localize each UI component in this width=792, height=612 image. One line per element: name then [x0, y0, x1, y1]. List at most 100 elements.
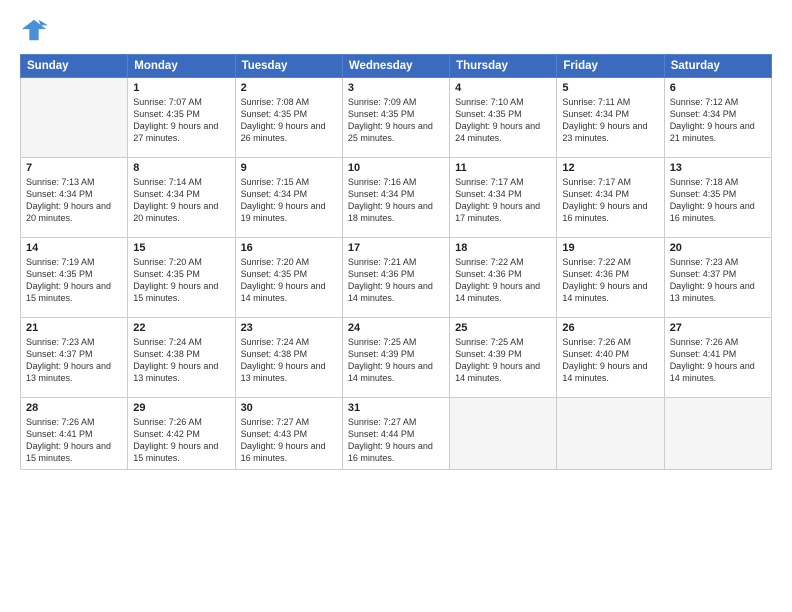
calendar-cell: 22 Sunrise: 7:24 AMSunset: 4:38 PMDayligh…: [128, 318, 235, 398]
calendar-cell: 24Sunrise: 7:25 AMSunset: 4:39 PMDayligh…: [342, 318, 449, 398]
day-header-thursday: Thursday: [450, 55, 557, 78]
day-number: 18: [455, 242, 551, 254]
day-info: Sunrise: 7:07 AMSunset: 4:35 PMDaylight:…: [133, 96, 229, 145]
calendar-cell: [664, 398, 771, 470]
day-info: Sunrise: 7:14 AMSunset: 4:34 PMDaylight:…: [133, 176, 229, 225]
day-number: 29: [133, 402, 229, 414]
day-info: Sunrise: 7:09 AMSunset: 4:35 PMDaylight:…: [348, 96, 444, 145]
calendar-header-row: SundayMondayTuesdayWednesdayThursdayFrid…: [21, 55, 772, 78]
calendar-week-row: 28 Sunrise: 7:26 AMSunset: 4:41 PMDayligh…: [21, 398, 772, 470]
day-number: 21: [26, 322, 122, 334]
page: SundayMondayTuesdayWednesdayThursdayFrid…: [0, 0, 792, 612]
calendar-cell: 20 Sunrise: 7:23 AMSunset: 4:37 PMDayligh…: [664, 238, 771, 318]
day-number: 6: [670, 82, 766, 94]
calendar-cell: 26 Sunrise: 7:26 AMSunset: 4:40 PMDayligh…: [557, 318, 664, 398]
day-info: Sunrise: 7:23 AMSunset: 4:37 PMDaylight:…: [26, 336, 122, 385]
day-number: 2: [241, 82, 337, 94]
day-header-sunday: Sunday: [21, 55, 128, 78]
calendar-cell: 31Sunrise: 7:27 AMSunset: 4:44 PMDayligh…: [342, 398, 449, 470]
calendar-cell: 13 Sunrise: 7:18 AMSunset: 4:35 PMDayligh…: [664, 158, 771, 238]
calendar-cell: 8 Sunrise: 7:14 AMSunset: 4:34 PMDaylight…: [128, 158, 235, 238]
calendar-cell: 28 Sunrise: 7:26 AMSunset: 4:41 PMDayligh…: [21, 398, 128, 470]
day-number: 9: [241, 162, 337, 174]
day-info: Sunrise: 7:21 AMSunset: 4:36 PMDaylight:…: [348, 256, 444, 305]
day-number: 3: [348, 82, 444, 94]
calendar-cell: 21 Sunrise: 7:23 AMSunset: 4:37 PMDayligh…: [21, 318, 128, 398]
day-info: Sunrise: 7:17 AMSunset: 4:34 PMDaylight:…: [562, 176, 658, 225]
logo-icon: [20, 16, 48, 44]
calendar-week-row: 1Sunrise: 7:07 AMSunset: 4:35 PMDaylight…: [21, 78, 772, 158]
day-info: Sunrise: 7:18 AMSunset: 4:35 PMDaylight:…: [670, 176, 766, 225]
calendar-cell: 15Sunrise: 7:20 AMSunset: 4:35 PMDayligh…: [128, 238, 235, 318]
day-info: Sunrise: 7:12 AMSunset: 4:34 PMDaylight:…: [670, 96, 766, 145]
calendar-cell: 4 Sunrise: 7:10 AMSunset: 4:35 PMDaylight…: [450, 78, 557, 158]
day-header-monday: Monday: [128, 55, 235, 78]
day-info: Sunrise: 7:24 AMSunset: 4:38 PMDaylight:…: [241, 336, 337, 385]
day-info: Sunrise: 7:11 AMSunset: 4:34 PMDaylight:…: [562, 96, 658, 145]
day-info: Sunrise: 7:24 AMSunset: 4:38 PMDaylight:…: [133, 336, 229, 385]
calendar-cell: 3 Sunrise: 7:09 AMSunset: 4:35 PMDaylight…: [342, 78, 449, 158]
calendar-cell: 29 Sunrise: 7:26 AMSunset: 4:42 PMDayligh…: [128, 398, 235, 470]
calendar-cell: 23Sunrise: 7:24 AMSunset: 4:38 PMDayligh…: [235, 318, 342, 398]
calendar-cell: 11 Sunrise: 7:17 AMSunset: 4:34 PMDayligh…: [450, 158, 557, 238]
calendar-cell: 2 Sunrise: 7:08 AMSunset: 4:35 PMDaylight…: [235, 78, 342, 158]
calendar-cell: 16Sunrise: 7:20 AMSunset: 4:35 PMDayligh…: [235, 238, 342, 318]
calendar-table: SundayMondayTuesdayWednesdayThursdayFrid…: [20, 54, 772, 470]
calendar-cell: 6 Sunrise: 7:12 AMSunset: 4:34 PMDaylight…: [664, 78, 771, 158]
day-info: Sunrise: 7:20 AMSunset: 4:35 PMDaylight:…: [241, 256, 337, 305]
calendar-cell: 17 Sunrise: 7:21 AMSunset: 4:36 PMDayligh…: [342, 238, 449, 318]
calendar-cell: 27Sunrise: 7:26 AMSunset: 4:41 PMDayligh…: [664, 318, 771, 398]
day-number: 25: [455, 322, 551, 334]
day-info: Sunrise: 7:23 AMSunset: 4:37 PMDaylight:…: [670, 256, 766, 305]
day-header-tuesday: Tuesday: [235, 55, 342, 78]
day-info: Sunrise: 7:26 AMSunset: 4:40 PMDaylight:…: [562, 336, 658, 385]
day-info: Sunrise: 7:16 AMSunset: 4:34 PMDaylight:…: [348, 176, 444, 225]
day-number: 11: [455, 162, 551, 174]
day-number: 14: [26, 242, 122, 254]
calendar-cell: 7 Sunrise: 7:13 AMSunset: 4:34 PMDaylight…: [21, 158, 128, 238]
day-info: Sunrise: 7:22 AMSunset: 4:36 PMDaylight:…: [455, 256, 551, 305]
day-number: 15: [133, 242, 229, 254]
calendar-cell: 10Sunrise: 7:16 AMSunset: 4:34 PMDayligh…: [342, 158, 449, 238]
day-info: Sunrise: 7:26 AMSunset: 4:42 PMDaylight:…: [133, 416, 229, 465]
day-info: Sunrise: 7:27 AMSunset: 4:43 PMDaylight:…: [241, 416, 337, 465]
day-info: Sunrise: 7:08 AMSunset: 4:35 PMDaylight:…: [241, 96, 337, 145]
day-info: Sunrise: 7:13 AMSunset: 4:34 PMDaylight:…: [26, 176, 122, 225]
day-number: 12: [562, 162, 658, 174]
day-number: 19: [562, 242, 658, 254]
day-number: 20: [670, 242, 766, 254]
calendar-week-row: 21 Sunrise: 7:23 AMSunset: 4:37 PMDayligh…: [21, 318, 772, 398]
header: [20, 16, 772, 44]
calendar-cell: [557, 398, 664, 470]
day-number: 27: [670, 322, 766, 334]
calendar-cell: [21, 78, 128, 158]
day-number: 8: [133, 162, 229, 174]
calendar-cell: 12 Sunrise: 7:17 AMSunset: 4:34 PMDayligh…: [557, 158, 664, 238]
calendar-cell: 18 Sunrise: 7:22 AMSunset: 4:36 PMDayligh…: [450, 238, 557, 318]
calendar-cell: 19Sunrise: 7:22 AMSunset: 4:36 PMDayligh…: [557, 238, 664, 318]
day-number: 30: [241, 402, 337, 414]
calendar-cell: [450, 398, 557, 470]
day-info: Sunrise: 7:26 AMSunset: 4:41 PMDaylight:…: [26, 416, 122, 465]
calendar-cell: 1Sunrise: 7:07 AMSunset: 4:35 PMDaylight…: [128, 78, 235, 158]
day-header-friday: Friday: [557, 55, 664, 78]
day-info: Sunrise: 7:10 AMSunset: 4:35 PMDaylight:…: [455, 96, 551, 145]
day-info: Sunrise: 7:17 AMSunset: 4:34 PMDaylight:…: [455, 176, 551, 225]
day-number: 7: [26, 162, 122, 174]
day-number: 31: [348, 402, 444, 414]
day-header-wednesday: Wednesday: [342, 55, 449, 78]
day-number: 17: [348, 242, 444, 254]
day-number: 13: [670, 162, 766, 174]
day-info: Sunrise: 7:19 AMSunset: 4:35 PMDaylight:…: [26, 256, 122, 305]
day-number: 28: [26, 402, 122, 414]
calendar-week-row: 7 Sunrise: 7:13 AMSunset: 4:34 PMDaylight…: [21, 158, 772, 238]
calendar-cell: 30 Sunrise: 7:27 AMSunset: 4:43 PMDayligh…: [235, 398, 342, 470]
logo: [20, 16, 52, 44]
day-number: 26: [562, 322, 658, 334]
day-number: 22: [133, 322, 229, 334]
calendar-cell: 14 Sunrise: 7:19 AMSunset: 4:35 PMDayligh…: [21, 238, 128, 318]
day-number: 4: [455, 82, 551, 94]
calendar-week-row: 14 Sunrise: 7:19 AMSunset: 4:35 PMDayligh…: [21, 238, 772, 318]
day-header-saturday: Saturday: [664, 55, 771, 78]
calendar-cell: 9Sunrise: 7:15 AMSunset: 4:34 PMDaylight…: [235, 158, 342, 238]
